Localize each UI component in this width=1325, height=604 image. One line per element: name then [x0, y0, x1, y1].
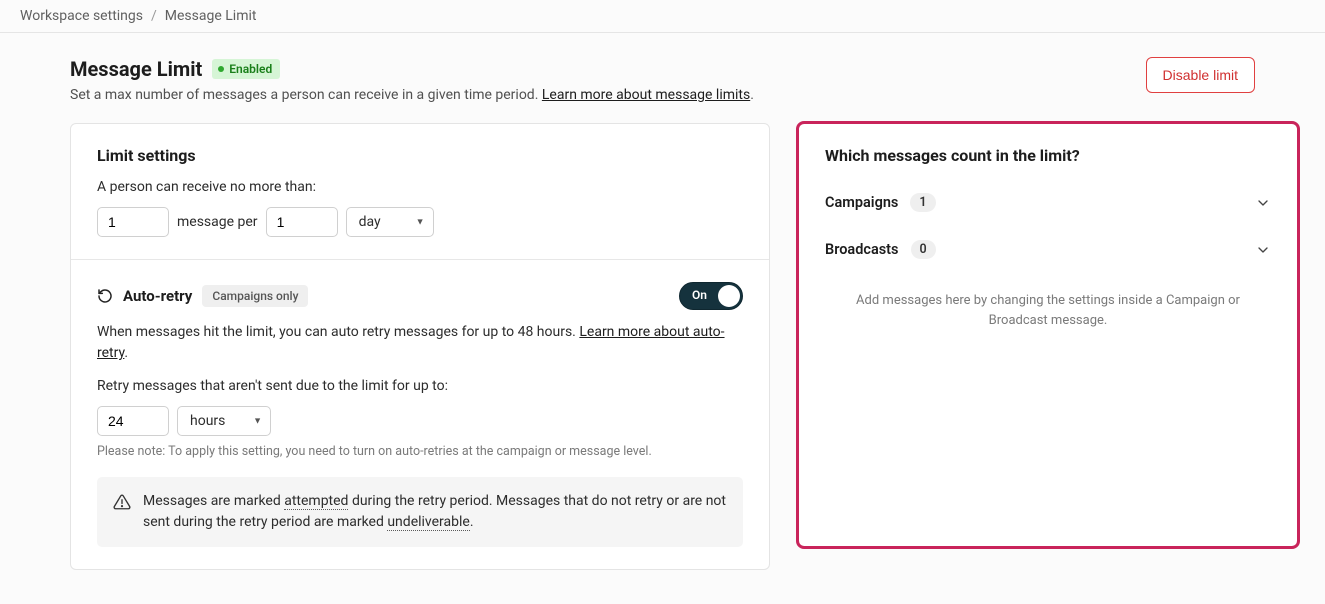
unit-select-value: day [359, 214, 381, 230]
chevron-down-icon: ▼ [416, 217, 425, 228]
campaigns-only-tag: Campaigns only [202, 285, 308, 307]
autoretry-desc-lead: When messages hit the limit, you can aut… [97, 324, 579, 340]
retry-field-label: Retry messages that aren't sent due to t… [97, 378, 743, 394]
toggle-knob [718, 285, 740, 307]
subtitle-tail: . [750, 87, 754, 103]
accordion-row-broadcasts[interactable]: Broadcasts 0 [825, 226, 1271, 273]
status-label: Enabled [229, 62, 272, 76]
accordion-label: Campaigns [825, 194, 898, 211]
status-badge: Enabled [212, 59, 280, 79]
retry-unit-select[interactable]: hours ▼ [177, 406, 271, 436]
which-messages-title: Which messages count in the limit? [825, 146, 1271, 165]
notice-tail: . [470, 514, 474, 530]
count-badge: 0 [911, 240, 936, 259]
message-count-input[interactable] [97, 207, 169, 237]
disable-limit-button[interactable]: Disable limit [1146, 57, 1255, 93]
limit-field-label: A person can receive no more than: [97, 179, 743, 195]
limit-settings-card: Limit settings A person can receive no m… [70, 123, 770, 570]
autoretry-description: When messages hit the limit, you can aut… [97, 322, 743, 364]
chevron-down-icon: ▼ [253, 416, 262, 427]
accordion-label: Broadcasts [825, 241, 899, 258]
page-title: Message Limit [70, 57, 202, 81]
retry-count-input[interactable] [97, 406, 169, 436]
chevron-down-icon [1255, 195, 1271, 211]
breadcrumb: Workspace settings / Message Limit [0, 0, 1325, 33]
autoretry-toggle[interactable]: On [679, 282, 743, 310]
which-messages-help: Add messages here by changing the settin… [825, 273, 1271, 340]
chevron-down-icon [1255, 242, 1271, 258]
status-dot-icon [218, 66, 224, 72]
notice-lead: Messages are marked [143, 493, 284, 509]
retry-icon [97, 288, 113, 304]
retry-unit-value: hours [190, 413, 225, 429]
retry-note: Please note: To apply this setting, you … [97, 444, 743, 459]
retry-notice: Messages are marked attempted during the… [97, 477, 743, 547]
warning-icon [113, 493, 131, 533]
count-badge: 1 [910, 193, 935, 212]
breadcrumb-current: Message Limit [165, 8, 257, 24]
page-subtitle: Set a max number of messages a person ca… [70, 87, 754, 103]
attempted-term[interactable]: attempted [284, 493, 348, 510]
breadcrumb-separator: / [151, 8, 157, 24]
accordion-row-campaigns[interactable]: Campaigns 1 [825, 179, 1271, 226]
unit-select[interactable]: day ▼ [346, 207, 434, 237]
retry-notice-text: Messages are marked attempted during the… [143, 491, 727, 533]
limit-settings-title: Limit settings [97, 146, 743, 165]
per-count-input[interactable] [266, 207, 338, 237]
autoretry-desc-tail: . [124, 345, 128, 361]
breadcrumb-parent-link[interactable]: Workspace settings [20, 8, 143, 24]
message-per-text: message per [177, 214, 258, 230]
undeliverable-term[interactable]: undeliverable [387, 514, 469, 531]
autoretry-title: Auto-retry [123, 287, 192, 305]
subtitle-lead: Set a max number of messages a person ca… [70, 87, 542, 103]
learn-more-limits-link[interactable]: Learn more about message limits [542, 87, 750, 103]
which-messages-card: Which messages count in the limit? Campa… [798, 123, 1298, 547]
toggle-label: On [692, 288, 707, 302]
